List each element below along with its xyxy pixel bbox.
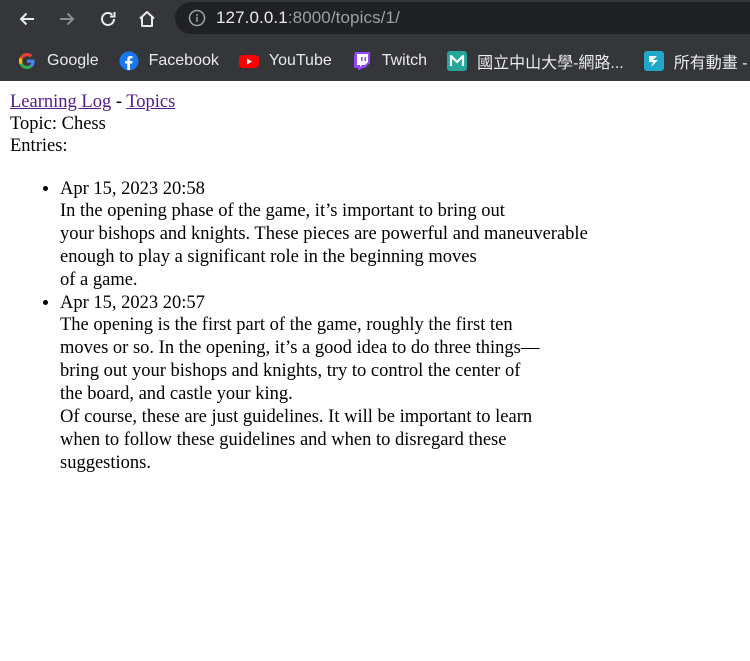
bookmark-bahamut[interactable]: 所有動畫 - 巴 bbox=[643, 49, 750, 73]
entry-text-line: the board, and castle your king. bbox=[60, 384, 293, 404]
bookmarks-bar: Google Facebook YouTube Twitch 國立中山大學-網路… bbox=[0, 40, 750, 81]
url-text: 127.0.0.1:8000/topics/1/ bbox=[216, 8, 400, 28]
topics-link[interactable]: Topics bbox=[126, 92, 175, 112]
page-content: Learning Log - Topics Topic: Chess Entri… bbox=[0, 81, 750, 475]
entry-text-line: your bishops and knights. These pieces a… bbox=[60, 224, 588, 244]
entry-text-line: The opening is the first part of the gam… bbox=[60, 315, 513, 335]
bookmark-label: 國立中山大學-網路... bbox=[477, 54, 624, 72]
entry-text-line: enough to play a significant role in the… bbox=[60, 247, 477, 267]
topic-title: Topic: Chess bbox=[10, 114, 106, 134]
bookmark-label: Facebook bbox=[148, 51, 219, 69]
entry-date: Apr 15, 2023 20:57 bbox=[60, 293, 205, 313]
bookmark-nsysu[interactable]: 國立中山大學-網路... bbox=[447, 49, 624, 73]
entry-text-line: when to follow these guidelines and when… bbox=[60, 430, 507, 450]
bahamut-icon bbox=[643, 50, 664, 71]
address-bar[interactable]: 127.0.0.1:8000/topics/1/ bbox=[175, 2, 750, 34]
forward-button[interactable] bbox=[53, 5, 81, 33]
bookmark-youtube[interactable]: YouTube bbox=[238, 51, 332, 71]
entry-text: In the opening phase of the game, it’s i… bbox=[60, 200, 740, 292]
bookmark-label: Google bbox=[47, 51, 99, 69]
entry-text-line: suggestions. bbox=[60, 453, 151, 473]
bookmark-label: YouTube bbox=[268, 51, 332, 69]
url-host: 127.0.0.1 bbox=[216, 8, 288, 27]
browser-chrome: 127.0.0.1:8000/topics/1/ Google Facebook… bbox=[0, 0, 750, 81]
twitch-icon bbox=[352, 51, 372, 71]
browser-toolbar: 127.0.0.1:8000/topics/1/ bbox=[0, 0, 750, 40]
header-separator: - bbox=[111, 92, 127, 112]
info-icon[interactable] bbox=[188, 9, 206, 27]
bookmark-label: Twitch bbox=[381, 51, 428, 69]
bookmark-facebook[interactable]: Facebook bbox=[119, 51, 219, 71]
facebook-icon bbox=[119, 51, 139, 71]
back-button[interactable] bbox=[13, 5, 41, 33]
entry-text-line: moves or so. In the opening, it’s a good… bbox=[60, 338, 540, 358]
reload-icon bbox=[101, 12, 116, 26]
bookmark-google[interactable]: Google bbox=[17, 51, 99, 71]
bookmark-twitch[interactable]: Twitch bbox=[352, 51, 427, 71]
learning-log-link[interactable]: Learning Log bbox=[10, 92, 111, 112]
google-icon bbox=[17, 51, 37, 71]
entries-heading: Entries: bbox=[10, 136, 68, 156]
entry-text-line: of a game. bbox=[60, 270, 138, 290]
bookmark-label: 所有動畫 - 巴 bbox=[673, 54, 750, 72]
home-button[interactable] bbox=[133, 5, 161, 33]
entry-text-line: In the opening phase of the game, it’s i… bbox=[60, 201, 505, 221]
home-icon bbox=[139, 11, 155, 27]
entries-list: Apr 15, 2023 20:58 In the opening phase … bbox=[10, 178, 740, 475]
moodle-icon bbox=[447, 50, 468, 71]
site-header: Learning Log - Topics bbox=[10, 91, 740, 113]
entry-text: The opening is the first part of the gam… bbox=[60, 314, 740, 475]
entry-date: Apr 15, 2023 20:58 bbox=[60, 179, 205, 199]
list-item: Apr 15, 2023 20:58 In the opening phase … bbox=[60, 178, 740, 292]
forward-arrow-icon bbox=[60, 12, 75, 26]
back-arrow-icon bbox=[19, 12, 34, 26]
url-path: :8000/topics/1/ bbox=[287, 8, 400, 27]
youtube-icon bbox=[238, 51, 259, 71]
reload-button[interactable] bbox=[94, 5, 122, 33]
entry-text-line: bring out your bishops and knights, try … bbox=[60, 361, 521, 381]
list-item: Apr 15, 2023 20:57 The opening is the fi… bbox=[60, 292, 740, 475]
entry-text-line: Of course, these are just guidelines. It… bbox=[60, 407, 533, 427]
